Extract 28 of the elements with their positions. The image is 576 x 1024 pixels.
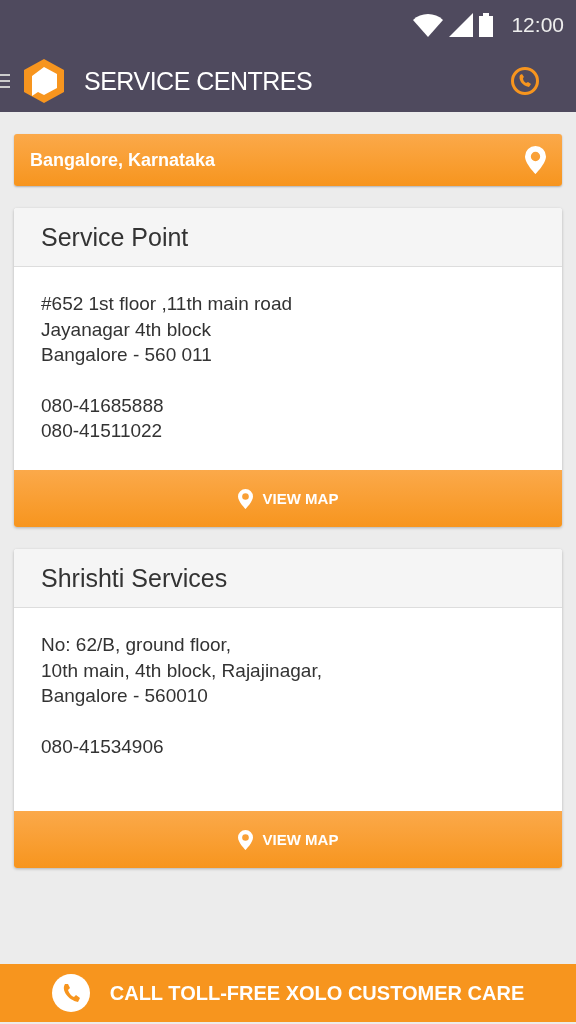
view-map-button[interactable]: VIEW MAP	[14, 811, 562, 868]
menu-icon[interactable]	[0, 74, 10, 88]
wifi-icon	[413, 13, 444, 37]
address-line: 10th main, 4th block, Rajajinagar,	[41, 658, 323, 683]
centre-name: Shrishti Services	[14, 549, 562, 608]
address-line: Bangalore - 560010	[41, 684, 209, 708]
address-line: No: 62/B, ground floor,	[41, 633, 233, 657]
phone-number: 080-41511022	[41, 419, 164, 443]
hexagon-logo-icon	[24, 59, 64, 103]
clock-time: 12:00	[511, 13, 564, 37]
location-text: Bangalore, Karnataka	[30, 149, 216, 171]
location-pin-icon	[237, 488, 253, 509]
location-pin-icon	[525, 146, 546, 174]
location-pin-icon	[237, 829, 253, 850]
call-customer-care-button[interactable]: CALL TOLL-FREE XOLO CUSTOMER CARE	[0, 964, 576, 1022]
battery-icon	[479, 13, 494, 37]
phone-icon	[51, 974, 90, 1012]
view-map-button[interactable]: VIEW MAP	[14, 470, 562, 527]
screen-title: SERVICE CENTRES	[84, 66, 313, 96]
phone-circle-icon[interactable]	[510, 66, 540, 96]
signal-icon	[449, 13, 474, 37]
centre-name: Service Point	[14, 208, 562, 267]
location-bar[interactable]: Bangalore, Karnataka	[14, 134, 562, 186]
phone-number: 080-41534906	[41, 734, 165, 759]
address-line: Bangalore - 560 011	[41, 343, 213, 367]
address-line: Jayanagar 4th block	[41, 317, 213, 342]
phone-number: 080-41685888	[41, 393, 165, 418]
address-line: #652 1st floor ,11th main road	[41, 292, 294, 316]
